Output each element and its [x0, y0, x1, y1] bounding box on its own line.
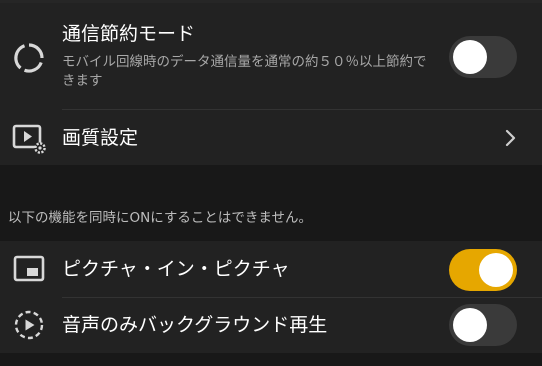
data-saver-row[interactable]: 通信節約モード モバイル回線時のデータ通信量を通常の約５０％以上節約できます — [0, 3, 542, 109]
data-saver-description: モバイル回線時のデータ通信量を通常の約５０％以上節約できます — [62, 54, 427, 89]
bottom-edge — [0, 353, 542, 366]
video-settings-icon — [12, 124, 46, 154]
quality-settings-title: 画質設定 — [62, 127, 139, 149]
data-saver-toggle[interactable] — [449, 36, 517, 78]
background-play-title: 音声のみバックグラウンド再生 — [62, 314, 328, 336]
picture-in-picture-icon — [13, 255, 45, 282]
data-saver-title: 通信節約モード — [62, 23, 196, 45]
toggle-knob — [479, 253, 513, 287]
data-saver-icon — [14, 43, 44, 73]
quality-settings-row[interactable]: 画質設定 — [0, 110, 542, 165]
chevron-right-icon — [505, 129, 516, 147]
background-play-toggle[interactable] — [449, 304, 517, 346]
settings-card: 通信節約モード モバイル回線時のデータ通信量を通常の約５０％以上節約できます 画… — [0, 3, 542, 165]
playback-card: ピクチャ・イン・ピクチャ 音声のみバックグラウンド再生 — [0, 241, 542, 353]
toggle-knob — [453, 40, 487, 74]
background-play-row[interactable]: 音声のみバックグラウンド再生 — [0, 298, 542, 353]
toggle-knob — [453, 308, 487, 342]
background-play-icon — [14, 310, 44, 340]
pip-toggle[interactable] — [449, 249, 517, 291]
pip-row[interactable]: ピクチャ・イン・ピクチャ — [0, 241, 542, 297]
pip-title: ピクチャ・イン・ピクチャ — [62, 258, 290, 280]
section-note: 以下の機能を同時にONにすることはできません。 — [8, 210, 312, 226]
